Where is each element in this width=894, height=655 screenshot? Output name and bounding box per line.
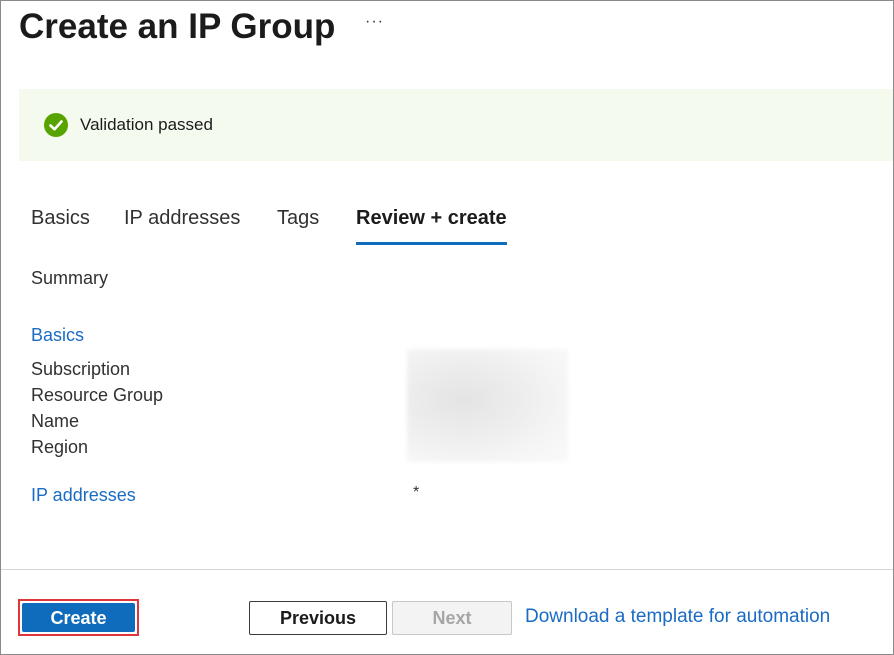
next-button: Next	[392, 601, 512, 635]
validation-message: Validation passed	[80, 115, 213, 134]
tab-ip-addresses[interactable]: IP addresses	[124, 207, 240, 230]
region-label: Region	[31, 437, 89, 457]
resource-group-label: Resource Group	[31, 385, 164, 405]
create-button[interactable]: Create	[22, 603, 135, 632]
subscription-label: Subscription	[31, 359, 131, 379]
basics-section-link[interactable]: Basics	[31, 325, 84, 346]
check-circle-icon	[44, 113, 68, 137]
footer-divider	[1, 569, 893, 570]
page-title: Create an IP Group	[19, 7, 336, 46]
create-ip-group-panel: Create an IP Group ··· Validation passed…	[0, 0, 894, 655]
ip-addresses-section-link[interactable]: IP addresses	[31, 485, 136, 506]
tab-basics[interactable]: Basics	[31, 207, 90, 230]
download-template-link[interactable]: Download a template for automation	[525, 606, 830, 628]
name-label: Name	[31, 411, 80, 431]
validation-banner: Validation passed	[19, 89, 893, 161]
summary-heading: Summary	[31, 268, 109, 288]
active-tab-indicator	[356, 242, 507, 245]
tab-review-create[interactable]: Review + create	[356, 207, 507, 230]
redacted-values	[407, 349, 568, 462]
previous-button[interactable]: Previous	[249, 601, 387, 635]
ip-addresses-value: *	[413, 484, 420, 501]
more-options-icon[interactable]: ···	[365, 13, 384, 31]
tab-tags[interactable]: Tags	[277, 207, 319, 230]
